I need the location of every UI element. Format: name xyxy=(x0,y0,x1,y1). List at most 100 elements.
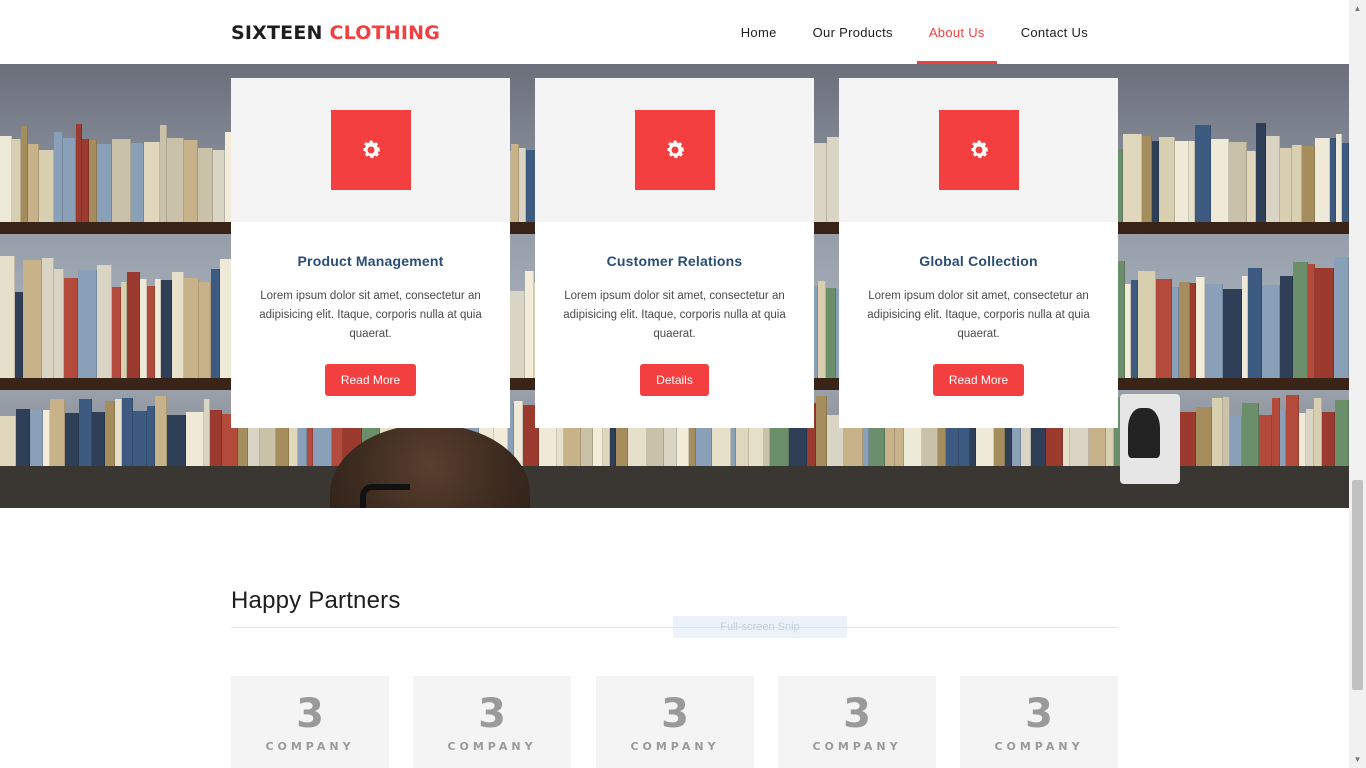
book-spine xyxy=(1342,143,1349,222)
book-spine xyxy=(1174,141,1189,222)
nav-contact-us[interactable]: Contact Us xyxy=(1009,0,1100,64)
site-logo[interactable]: SIXTEEN CLOTHING xyxy=(231,22,440,44)
book-spine xyxy=(15,409,30,466)
book-spine xyxy=(146,286,155,378)
nav-about-us[interactable]: About Us xyxy=(916,0,997,64)
book-spine xyxy=(1131,280,1139,378)
book-spine xyxy=(1315,138,1331,222)
read-more-button[interactable]: Read More xyxy=(933,364,1024,396)
book-spine xyxy=(1299,413,1307,466)
card-icon-box xyxy=(635,110,715,190)
page-scrollbar[interactable]: ▲ ▼ xyxy=(1349,0,1366,768)
book-spine xyxy=(105,401,116,466)
scrollbar-thumb[interactable] xyxy=(1352,480,1363,690)
book-spine xyxy=(143,142,160,222)
book-spine xyxy=(49,399,65,466)
book-spine xyxy=(510,144,520,222)
book-spine xyxy=(1258,415,1273,466)
book-spine xyxy=(41,258,55,378)
book-spine xyxy=(1122,134,1142,222)
book-spine xyxy=(1315,268,1335,378)
partner-logo[interactable]: 3 COMPANY xyxy=(778,676,936,768)
book-spine xyxy=(14,292,23,378)
book-spine xyxy=(519,148,527,222)
read-more-button[interactable]: Read More xyxy=(325,364,416,396)
book-spine xyxy=(1205,284,1224,378)
partner-logo[interactable]: 3 COMPANY xyxy=(231,676,389,768)
book-spine xyxy=(111,287,121,378)
card-title: Global Collection xyxy=(919,253,1038,269)
card-top xyxy=(535,78,814,222)
book-spine xyxy=(1138,271,1156,378)
book-spine xyxy=(184,278,200,378)
book-spine xyxy=(64,278,79,378)
book-spine xyxy=(1188,141,1196,222)
book-spine xyxy=(1292,145,1303,222)
book-spine xyxy=(1308,264,1316,378)
book-spine xyxy=(115,399,123,466)
book-spine xyxy=(0,416,16,466)
card-icon-box xyxy=(331,110,411,190)
scroll-up-arrow-icon[interactable]: ▲ xyxy=(1349,0,1366,17)
book-spine xyxy=(1286,395,1300,466)
book-spine xyxy=(97,265,112,378)
book-spine xyxy=(1279,276,1293,378)
partner-logo[interactable]: 3 COMPANY xyxy=(413,676,571,768)
nav-our-products[interactable]: Our Products xyxy=(801,0,905,64)
book-spine xyxy=(1256,123,1267,222)
partner-logo[interactable]: 3 COMPANY xyxy=(596,676,754,768)
book-spine xyxy=(1229,416,1242,466)
book-spine xyxy=(92,412,106,466)
book-spine xyxy=(11,139,21,222)
book-spine xyxy=(1211,139,1230,222)
book-spine xyxy=(22,260,42,378)
book-spine xyxy=(54,269,65,378)
partner-logo-mark: 3 xyxy=(1025,691,1053,737)
book-spine xyxy=(525,271,534,378)
book-spine xyxy=(210,269,220,378)
partner-logo-word: COMPANY xyxy=(994,740,1084,753)
book-spine xyxy=(1241,403,1259,466)
book-spine xyxy=(42,410,50,466)
book-spine xyxy=(88,140,97,222)
book-spine xyxy=(38,150,54,222)
book-spine xyxy=(1334,400,1349,466)
book-spine xyxy=(78,270,98,378)
book-spine xyxy=(1141,136,1152,222)
details-button[interactable]: Details xyxy=(640,364,709,396)
book-spine xyxy=(1155,279,1172,378)
partner-logo-mark: 3 xyxy=(478,691,506,737)
logo-main-text: SIXTEEN xyxy=(231,22,323,44)
book-spine xyxy=(826,288,837,378)
book-spine xyxy=(159,125,167,222)
book-spine xyxy=(1247,151,1257,222)
partner-logo-word: COMPANY xyxy=(265,740,355,753)
book-spine xyxy=(20,126,28,222)
figurine xyxy=(1128,408,1160,458)
book-spine xyxy=(64,413,80,466)
book-spine xyxy=(1266,136,1281,222)
book-spine xyxy=(1178,282,1190,378)
book-spine xyxy=(111,139,131,222)
partner-logo[interactable]: 3 COMPANY xyxy=(960,676,1118,768)
card-description: Lorem ipsum dolor sit amet, consectetur … xyxy=(867,290,1090,340)
book-spine xyxy=(166,415,186,466)
book-spine xyxy=(1292,262,1309,378)
card-title: Product Management xyxy=(297,253,444,269)
book-spine xyxy=(166,138,185,222)
book-spine xyxy=(210,410,223,466)
full-screen-snip-overlay[interactable]: Full-screen Snip xyxy=(673,616,847,638)
scroll-down-arrow-icon[interactable]: ▼ xyxy=(1349,751,1366,768)
book-spine xyxy=(1118,261,1126,378)
gear-icon xyxy=(971,140,989,159)
book-spine xyxy=(29,410,43,466)
logo-accent-text: CLOTHING xyxy=(329,22,441,44)
book-spine xyxy=(184,140,199,222)
book-spine xyxy=(1334,257,1349,378)
book-spine xyxy=(1195,277,1206,378)
book-spine xyxy=(130,143,144,222)
gear-icon xyxy=(363,140,381,159)
nav-home[interactable]: Home xyxy=(729,0,789,64)
book-spine xyxy=(53,132,63,222)
book-spine xyxy=(62,138,76,222)
